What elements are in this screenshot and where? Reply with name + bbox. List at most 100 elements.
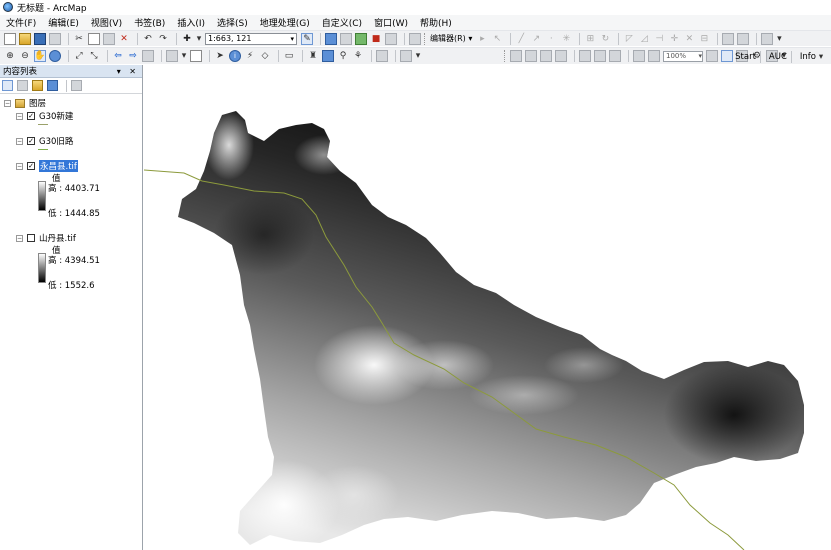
pan-icon[interactable]: ✋ [34,50,46,62]
edit-vertices-icon[interactable] [761,32,774,45]
toc-options-icon[interactable] [71,80,82,91]
add-data-dropdown-icon[interactable]: ▾ [196,33,202,45]
list-by-drawing-order-icon[interactable] [2,80,13,91]
layout-fixed-zoom-out-icon[interactable] [609,50,621,62]
color-ramp-symbol[interactable] [38,253,46,283]
print-icon[interactable] [49,32,61,45]
select-elements-icon[interactable]: ➤ [214,50,226,62]
info-button[interactable]: Info [800,52,816,62]
delete-icon[interactable]: ✕ [118,33,130,45]
clear-selection-icon[interactable] [190,50,202,62]
create-viewer-window-icon[interactable]: ⚘ [352,50,364,62]
menu-selection[interactable]: 选择(S) [217,16,248,29]
auc-button[interactable]: AUC [769,52,787,62]
layer-symbol-g30-old[interactable] [38,149,48,150]
save-icon[interactable] [34,32,46,45]
split-tool-icon[interactable]: ⊞ [584,33,596,45]
html-popup-icon[interactable]: ◇ [259,50,271,62]
zoom-out-icon[interactable]: ⊖ [19,50,31,62]
zoom-100-icon[interactable] [579,50,591,62]
redo-icon[interactable]: ↷ [157,33,169,45]
identify-icon[interactable]: i [229,50,241,62]
collapse-icon[interactable]: − [16,234,23,242]
undo-icon[interactable]: ↶ [142,33,154,45]
collapse-icon[interactable]: − [16,162,23,170]
sketch-properties-icon[interactable] [722,32,735,45]
select-dropdown-icon[interactable]: ▾ [181,50,187,62]
straight-segment-icon[interactable]: ╱ [515,33,527,45]
select-features-icon[interactable] [166,50,178,62]
toolbar-grip[interactable] [424,32,427,45]
custom-toolbar-dropdown-icon[interactable]: ▾ [818,51,824,63]
split-icon[interactable]: ⊣ [653,33,665,45]
menu-file[interactable]: 文件(F) [6,16,36,29]
table-of-contents-icon[interactable] [325,32,337,45]
layout-zoom-in-icon[interactable] [510,50,522,62]
layer-name[interactable]: G30旧路 [39,135,73,147]
fixed-zoom-in-icon[interactable]: ⤢ [73,50,85,62]
layer-visibility-checkbox[interactable]: ✓ [27,112,35,120]
layout-zoom-select[interactable]: 100% ▾ [663,50,703,62]
data-view-icon[interactable] [400,50,412,62]
layer-row-g30-new[interactable]: − ✓ G30新建 [16,110,73,122]
layer-row-g30-old[interactable]: − ✓ G30旧路 [16,135,73,147]
menu-geoprocessing[interactable]: 地理处理(G) [260,16,310,29]
go-forward-icon[interactable]: ⇨ [127,50,139,62]
toggle-draft-mode-icon[interactable] [706,50,718,62]
zoom-in-icon[interactable]: ⊕ [4,50,16,62]
more-tools-dropdown-icon[interactable]: ▾ [776,33,782,45]
model-builder-icon[interactable] [409,32,421,45]
layout-zoom-out-icon[interactable] [525,50,537,62]
measure-icon[interactable]: ▭ [283,50,295,62]
find-icon[interactable]: ♜ [307,50,319,62]
menu-customize[interactable]: 自定义(C) [322,16,362,29]
layout-view-icon[interactable] [376,50,388,62]
go-back-icon[interactable]: ⇦ [112,50,124,62]
menu-insert[interactable]: 插入(I) [177,16,205,29]
layout-back-icon[interactable] [633,50,645,62]
menu-edit[interactable]: 编辑(E) [48,16,79,29]
layer-name[interactable]: G30新建 [39,110,73,122]
layer-row-yongchang[interactable]: − ✓ 永昌县.tif [16,160,78,172]
collapse-icon[interactable]: − [16,137,23,145]
layer-row-shandan[interactable]: − 山丹县.tif [16,232,76,244]
menu-windows[interactable]: 窗口(W) [374,16,408,29]
midpoint-icon[interactable]: ✳ [560,33,572,45]
trace-icon[interactable]: ↗ [530,33,542,45]
map-scale-input[interactable]: 1:663, 121 ▾ [205,32,297,45]
editor-toolbar-icon[interactable]: ✎ [301,32,313,45]
open-time-slider-icon[interactable]: ⚲ [337,50,349,62]
open-folder-icon[interactable] [19,32,31,45]
attributes-icon[interactable]: ⊟ [698,33,710,45]
cut-polygon-icon[interactable]: ◿ [638,33,650,45]
toc-root-label[interactable]: 图层 [29,97,46,109]
layer-symbol-g30-new[interactable] [38,124,48,125]
list-by-visibility-icon[interactable] [32,80,43,91]
line-symbol[interactable] [38,124,48,125]
menu-help[interactable]: 帮助(H) [420,16,452,29]
legend-ramp-yongchang[interactable] [38,181,46,211]
line-symbol[interactable] [38,149,48,150]
menu-view[interactable]: 视图(V) [91,16,122,29]
zoom-whole-page-icon[interactable] [555,50,567,62]
cut-icon[interactable]: ✂ [73,33,85,45]
start-button[interactable]: Start [735,52,756,62]
layout-forward-icon[interactable] [648,50,660,62]
toc-root-row[interactable]: − 图层 [4,97,46,109]
menu-bookmarks[interactable]: 书签(B) [134,16,165,29]
create-features-icon[interactable] [737,32,750,45]
snap-icon[interactable]: ✕ [683,33,695,45]
search-window-icon[interactable] [355,32,367,45]
legend-ramp-shandan[interactable] [38,253,46,283]
arctoolbox-icon[interactable]: ■ [370,33,382,45]
map-display[interactable] [144,65,831,550]
fixed-zoom-out-icon[interactable]: ⤡ [88,50,100,62]
layer-name[interactable]: 山丹县.tif [39,232,76,244]
layer-name-selected[interactable]: 永昌县.tif [39,160,78,172]
hyperlink-icon[interactable]: ⚡ [244,50,256,62]
list-by-source-icon[interactable] [17,80,28,91]
rotate-icon[interactable]: ↻ [599,33,611,45]
go-to-xy-icon[interactable] [322,50,334,62]
reshape-icon[interactable]: ◸ [623,33,635,45]
point-icon[interactable]: · [545,33,557,45]
